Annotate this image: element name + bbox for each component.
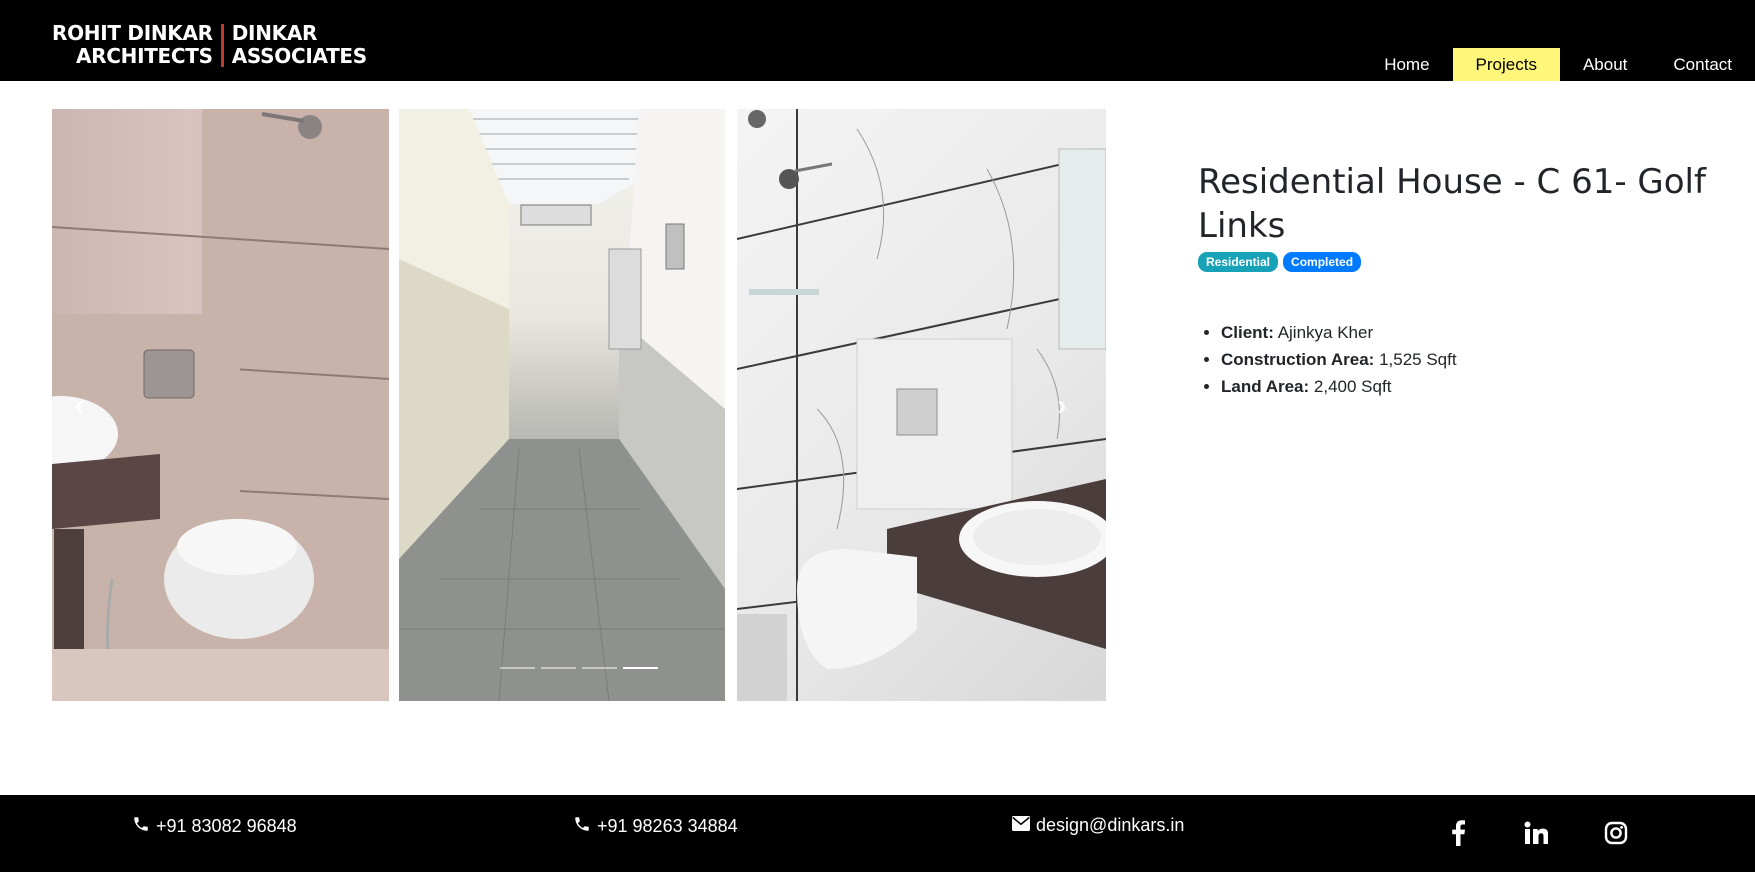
logo-text-associates: ASSOCIATES: [231, 44, 367, 68]
site-header: ROHIT DINKAR ARCHITECTS DINKAR ASSOCIATE…: [0, 0, 1755, 81]
nav-about[interactable]: About: [1560, 48, 1650, 81]
facebook-icon[interactable]: [1444, 819, 1472, 847]
carousel-prev-icon[interactable]: ‹: [74, 389, 84, 423]
detail-construction-area-label: Construction Area:: [1221, 350, 1375, 369]
project-badges: Residential Completed: [1198, 252, 1718, 272]
main-nav: Home Projects About Contact: [1361, 48, 1755, 81]
logo-divider: [220, 24, 224, 67]
detail-client-value: Ajinkya Kher: [1277, 323, 1374, 342]
footer-phone-1-text: +91 83082 96848: [156, 816, 297, 836]
logo-left-text: ROHIT DINKAR ARCHITECTS: [52, 22, 213, 68]
carousel-image-corridor: [399, 109, 725, 701]
detail-client-label: Client:: [1221, 323, 1274, 342]
site-logo[interactable]: ROHIT DINKAR ARCHITECTS DINKAR ASSOCIATE…: [52, 22, 367, 68]
linkedin-icon[interactable]: [1522, 819, 1550, 847]
detail-land-area-label: Land Area:: [1221, 377, 1310, 396]
carousel-indicators: [500, 667, 658, 669]
detail-client: Client: Ajinkya Kher: [1221, 319, 1718, 346]
carousel-image-bathroom-beige: [52, 109, 389, 701]
footer-phone-2[interactable]: +91 98263 34884: [573, 815, 738, 838]
detail-construction-area-value: 1,525 Sqft: [1379, 350, 1457, 369]
carousel-image-bathroom-marble: [737, 109, 1106, 701]
bathroom-beige-illustration: [52, 109, 389, 701]
footer-phone-1[interactable]: +91 83082 96848: [132, 815, 297, 838]
nav-home[interactable]: Home: [1361, 48, 1452, 81]
project-title: Residential House - C 61- Golf Links: [1198, 162, 1706, 246]
footer-email-text: design@dinkars.in: [1036, 815, 1185, 835]
carousel-indicator-4[interactable]: [623, 667, 658, 669]
carousel-indicator-3[interactable]: [582, 667, 617, 669]
logo-right-text: DINKAR ASSOCIATES: [232, 22, 367, 68]
nav-projects[interactable]: Projects: [1452, 48, 1560, 81]
detail-land-area-value: 2,400 Sqft: [1313, 377, 1392, 396]
corridor-illustration: [399, 109, 725, 701]
project-info: Residential House - C 61- Golf Links Res…: [1198, 160, 1718, 400]
envelope-icon: [1012, 815, 1030, 836]
badge-residential: Residential: [1198, 252, 1279, 272]
project-image-carousel[interactable]: ‹ ›: [52, 109, 1106, 701]
logo-text-dinkar: DINKAR: [231, 21, 318, 45]
detail-construction-area: Construction Area: 1,525 Sqft: [1221, 346, 1718, 373]
detail-land-area: Land Area: 2,400 Sqft: [1221, 373, 1718, 400]
footer-email[interactable]: design@dinkars.in: [1012, 815, 1184, 836]
instagram-icon[interactable]: [1602, 819, 1630, 847]
footer-phone-2-text: +91 98263 34884: [597, 816, 738, 836]
logo-text-architects: ARCHITECTS: [75, 44, 213, 68]
site-footer: +91 83082 96848 +91 98263 34884 design@d…: [0, 795, 1755, 872]
badge-completed: Completed: [1283, 252, 1362, 272]
nav-contact[interactable]: Contact: [1650, 48, 1755, 81]
carousel-indicator-2[interactable]: [541, 667, 576, 669]
project-details-list: Client: Ajinkya Kher Construction Area: …: [1198, 319, 1718, 400]
logo-text-rohit-dinkar: ROHIT DINKAR: [52, 21, 213, 45]
bathroom-marble-illustration: [737, 109, 1106, 701]
carousel-indicator-1[interactable]: [500, 667, 535, 669]
phone-icon: [132, 815, 150, 838]
carousel-next-icon[interactable]: ›: [1057, 389, 1067, 423]
phone-icon: [573, 815, 591, 838]
